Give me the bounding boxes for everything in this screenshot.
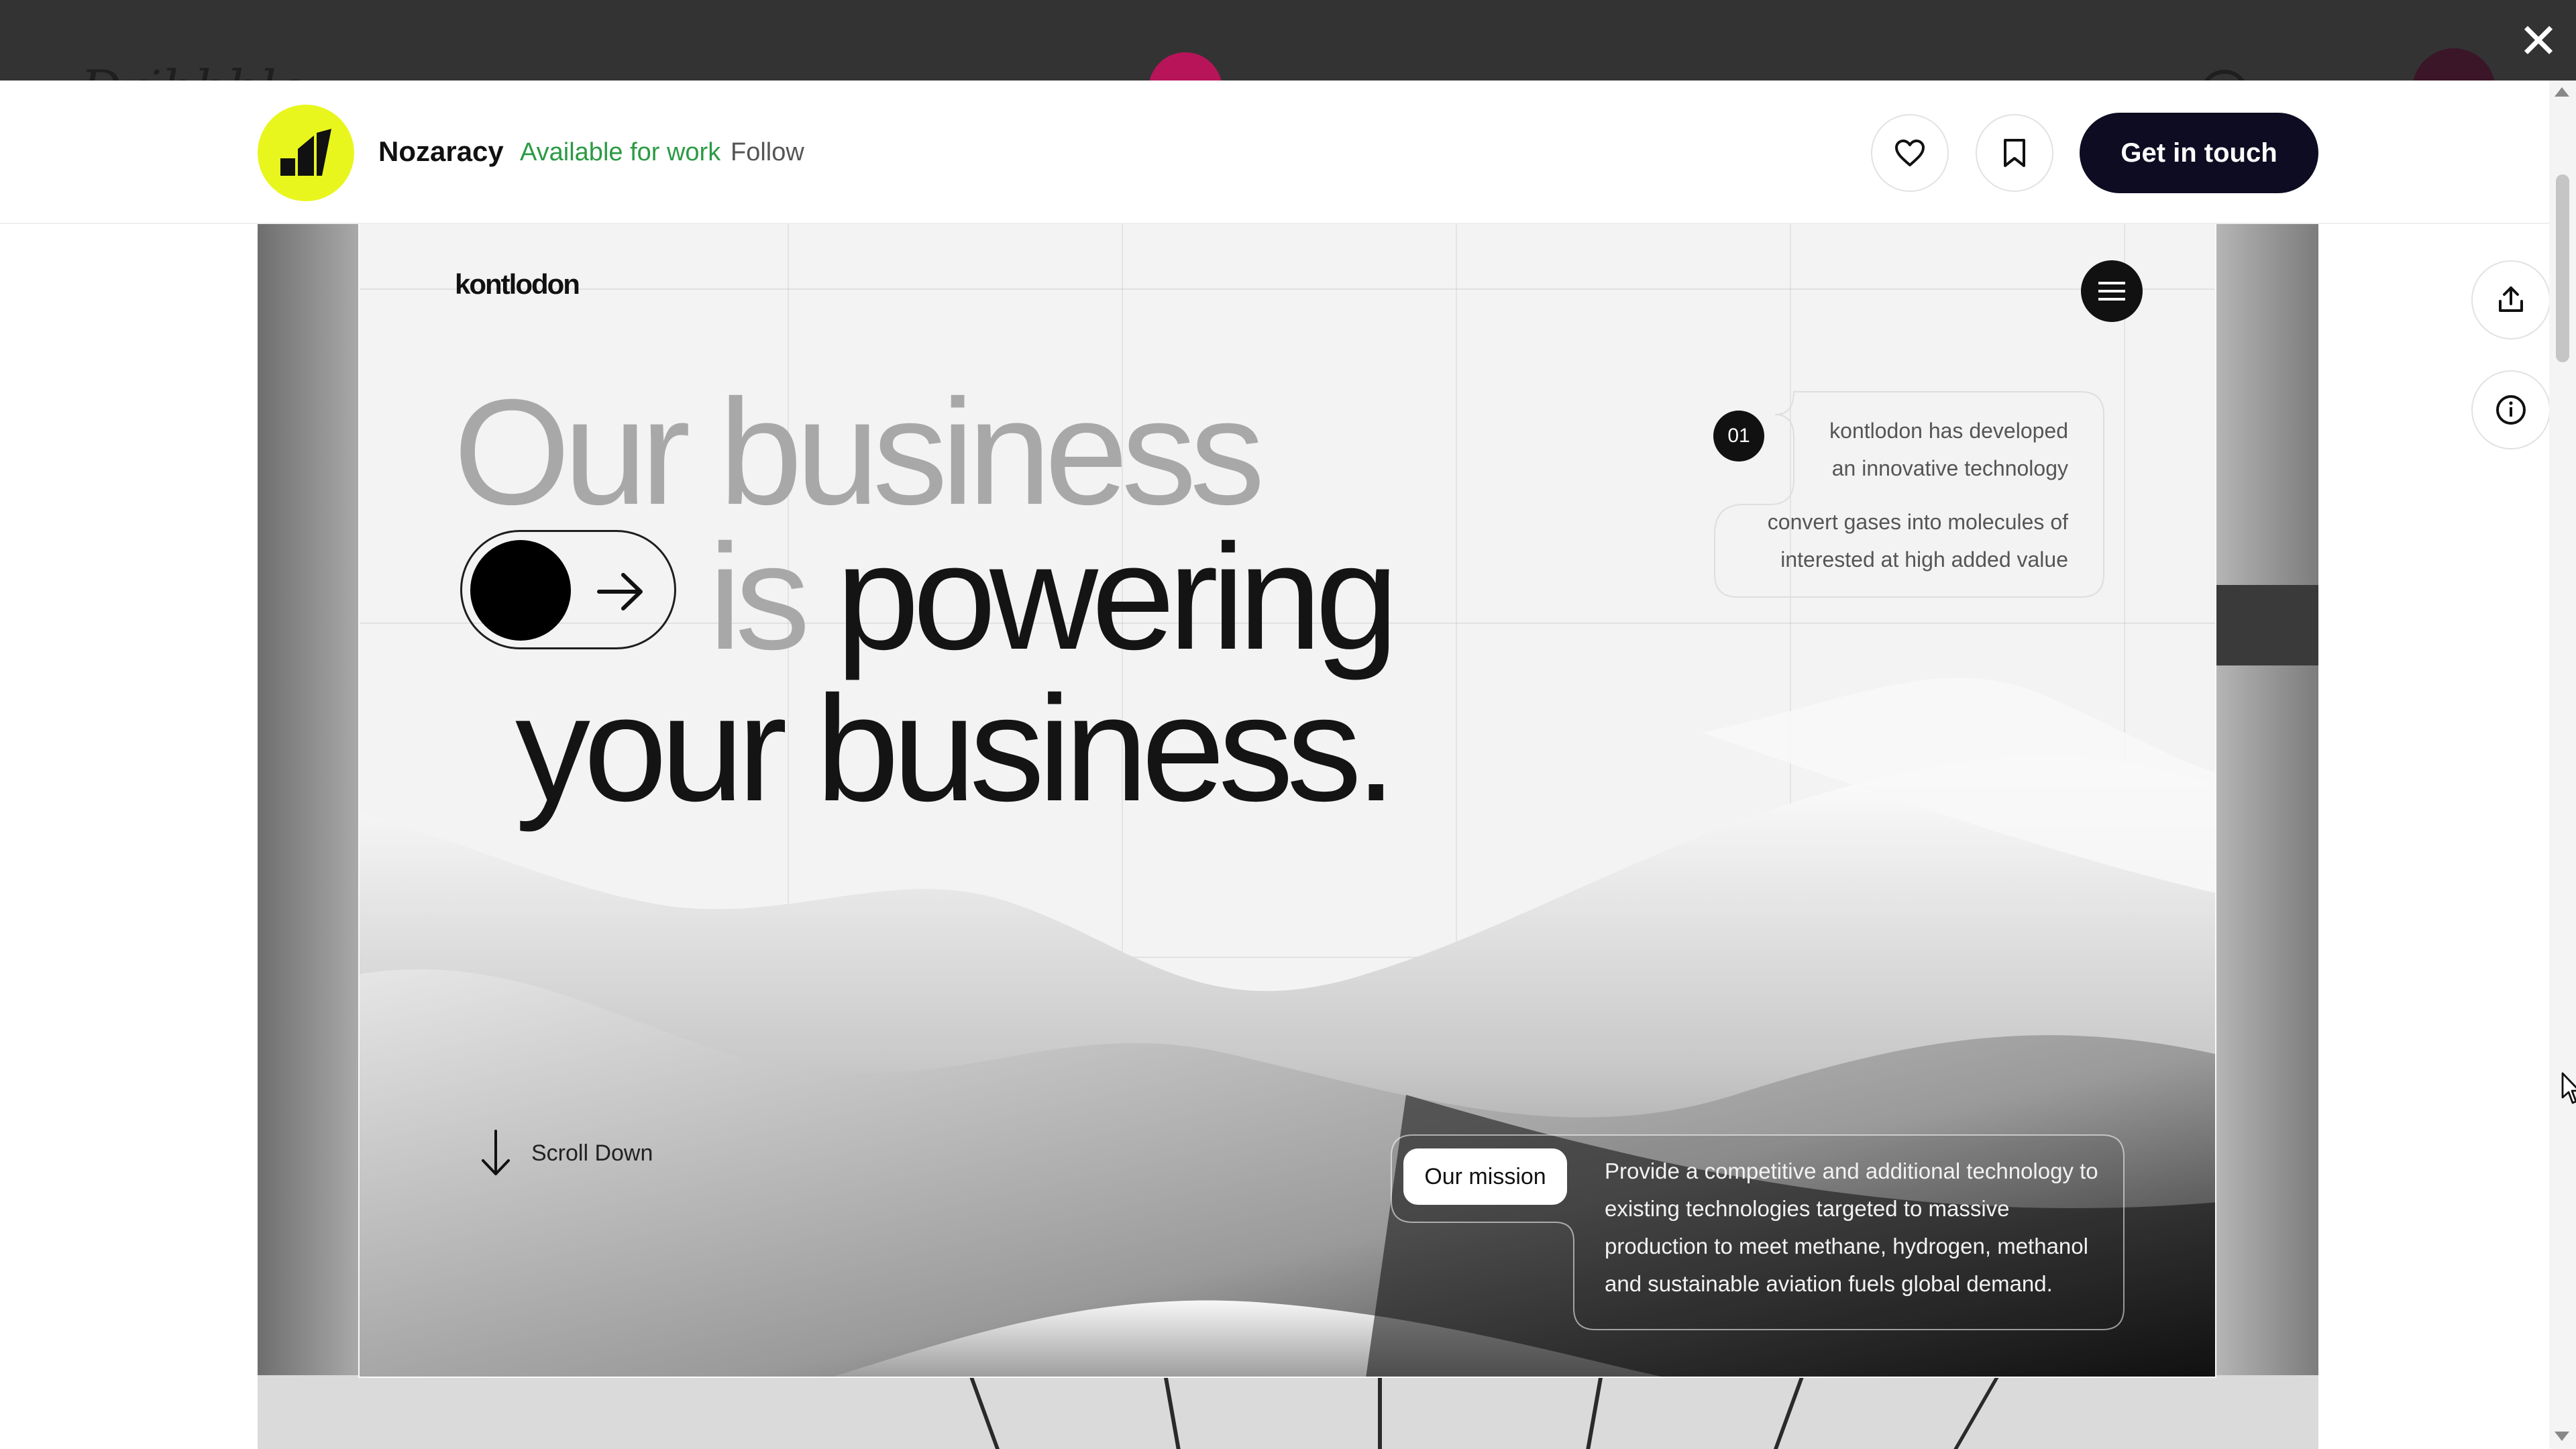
scroll-down-link[interactable]: Scroll Down xyxy=(480,1128,653,1178)
room-pillar-right xyxy=(2216,223,2318,1449)
shot-image: kontlodon Our business is powering your … xyxy=(258,223,2318,1449)
mission-panel: Our mission Provide a competitive and ad… xyxy=(1390,1134,2125,1331)
arrow-right-icon xyxy=(597,573,643,610)
mouse-cursor-icon xyxy=(2561,1072,2576,1104)
website-card: kontlodon Our business is powering your … xyxy=(358,223,2216,1378)
info-text-line-1: kontlodon has developed xyxy=(1829,419,2068,443)
mission-text: Provide a competitive and additional tec… xyxy=(1605,1159,2098,1296)
scroll-up-arrow-icon[interactable] xyxy=(2555,87,2569,97)
floor-line xyxy=(1378,1375,1382,1449)
follow-button[interactable]: Follow xyxy=(731,138,804,167)
headline-word-powering: powering xyxy=(836,513,1399,681)
shot-modal: Nozaracy Available for work Follow Get i… xyxy=(0,80,2576,1449)
availability-status: Available for work xyxy=(520,138,721,166)
room-dark-block xyxy=(2216,585,2318,665)
site-brand-logo[interactable]: kontlodon xyxy=(455,268,580,301)
site-menu-button[interactable] xyxy=(2081,260,2143,322)
close-modal-button[interactable]: ✕ xyxy=(2512,15,2565,68)
info-text-line-2: an innovative technology xyxy=(1831,456,2068,480)
bookmark-icon xyxy=(2004,139,2025,167)
headline-word-is: is xyxy=(708,513,810,681)
shot-header: Nozaracy Available for work Follow Get i… xyxy=(0,80,2549,224)
share-icon xyxy=(2499,286,2523,312)
info-text-line-4: interested at high added value xyxy=(1780,547,2068,572)
save-button[interactable] xyxy=(1976,114,2053,192)
get-in-touch-button[interactable]: Get in touch xyxy=(2080,113,2318,193)
designer-name[interactable]: Nozaracy xyxy=(378,136,504,168)
arrow-down-icon xyxy=(482,1130,510,1175)
scrollbar-thumb[interactable] xyxy=(2556,174,2569,362)
info-text-line-3: convert gases into molecules of xyxy=(1767,510,2068,534)
info-button[interactable] xyxy=(2471,370,2551,449)
room-pillar-left xyxy=(258,223,358,1449)
scroll-down-arrow-icon[interactable] xyxy=(2555,1432,2569,1441)
room-floor xyxy=(258,1375,2318,1449)
like-button[interactable] xyxy=(1871,114,1949,192)
designer-avatar[interactable] xyxy=(258,105,354,201)
info-icon xyxy=(2496,395,2526,425)
scroll-down-label: Scroll Down xyxy=(531,1140,653,1166)
headline-line-1: Our business xyxy=(453,368,1265,536)
backdrop-header xyxy=(0,0,2576,80)
share-button[interactable] xyxy=(2471,260,2551,339)
headline-toggle-button[interactable] xyxy=(460,530,676,649)
step-number-badge: 01 xyxy=(1713,411,1764,462)
brand-logo-icon xyxy=(280,129,331,176)
toggle-knob xyxy=(470,540,571,641)
our-mission-tab[interactable]: Our mission xyxy=(1403,1148,1567,1205)
hamburger-icon xyxy=(2098,282,2125,301)
headline-line-3: your business. xyxy=(515,665,1397,833)
heart-icon xyxy=(1895,140,1925,166)
